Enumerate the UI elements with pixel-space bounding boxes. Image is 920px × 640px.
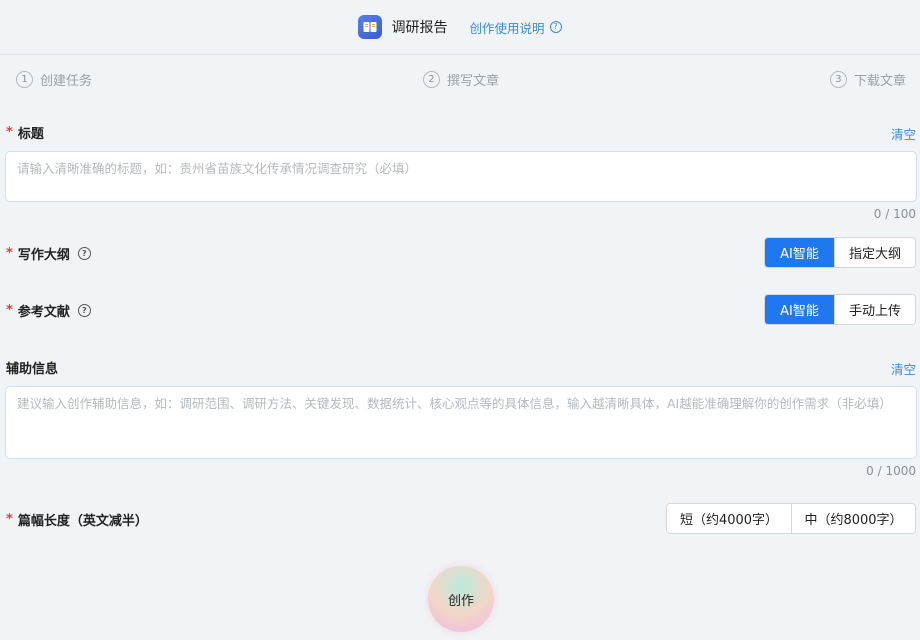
step-2: 2 撰写文章	[422, 70, 499, 89]
step-number: 3	[829, 70, 847, 88]
references-option-ai[interactable]: AI智能	[765, 295, 834, 324]
length-label-text: 篇幅长度（英文减半）	[17, 514, 148, 529]
title-counter: 0 / 100	[873, 207, 916, 221]
outline-label-text: 写作大纲	[17, 248, 70, 263]
title-input[interactable]: 请输入清晰准确的标题，如：贵州省苗族文化传承情况调查研究（必填）	[5, 151, 917, 202]
aux-info-clear-button[interactable]: 清空	[891, 359, 916, 378]
step-label: 下载文章	[853, 73, 906, 89]
step-1: 1 创建任务	[16, 70, 92, 89]
outline-label: * 写作大纲 ?	[6, 244, 91, 263]
outline-toggle: AI智能 指定大纲	[764, 237, 916, 268]
help-circle-icon[interactable]: ?	[77, 304, 91, 317]
aux-info-label: 辅助信息	[6, 358, 58, 377]
required-mark: *	[6, 303, 13, 318]
aux-info-counter: 0 / 1000	[866, 464, 916, 478]
aux-info-label-text: 辅助信息	[6, 362, 59, 377]
references-label: * 参考文献 ?	[6, 301, 91, 320]
step-label: 撰写文章	[446, 73, 499, 89]
step-3: 3 下载文章	[829, 70, 906, 89]
page-title: 调研报告	[391, 20, 448, 36]
help-circle-icon[interactable]: ?	[77, 247, 91, 260]
help-circle-icon: ?	[549, 21, 562, 33]
title-label-text: 标题	[17, 127, 44, 142]
outline-option-custom[interactable]: 指定大纲	[834, 238, 915, 267]
required-mark: *	[6, 125, 13, 140]
required-mark: *	[6, 246, 13, 261]
length-label: * 篇幅长度（英文减半）	[6, 510, 148, 529]
length-option-medium[interactable]: 中（约8000字）	[791, 504, 915, 533]
length-toggle: 短（约4000字） 中（约8000字）	[666, 503, 916, 534]
aux-info-input[interactable]: 建议输入创作辅助信息，如：调研范围、调研方法、关键发现、数据统计、核心观点等的具…	[5, 386, 917, 459]
book-icon	[358, 15, 383, 39]
references-option-upload[interactable]: 手动上传	[834, 295, 915, 324]
references-toggle: AI智能 手动上传	[764, 294, 916, 325]
step-indicator: 1 创建任务 2 撰写文章 3 下载文章	[0, 55, 920, 103]
guide-link-label: 创作使用说明	[469, 20, 545, 36]
header-bar: 调研报告 创作使用说明 ?	[0, 0, 920, 55]
length-option-short[interactable]: 短（约4000字）	[667, 504, 791, 533]
required-mark: *	[6, 512, 13, 527]
references-label-text: 参考文献	[17, 305, 70, 320]
guide-link[interactable]: 创作使用说明 ?	[469, 18, 562, 37]
title-label: * 标题	[6, 123, 44, 142]
title-clear-button[interactable]: 清空	[891, 124, 916, 143]
outline-option-ai[interactable]: AI智能	[765, 238, 834, 267]
create-button[interactable]: 创作	[428, 566, 494, 632]
step-number: 2	[422, 70, 440, 88]
step-label: 创建任务	[40, 73, 93, 89]
step-number: 1	[16, 70, 33, 88]
